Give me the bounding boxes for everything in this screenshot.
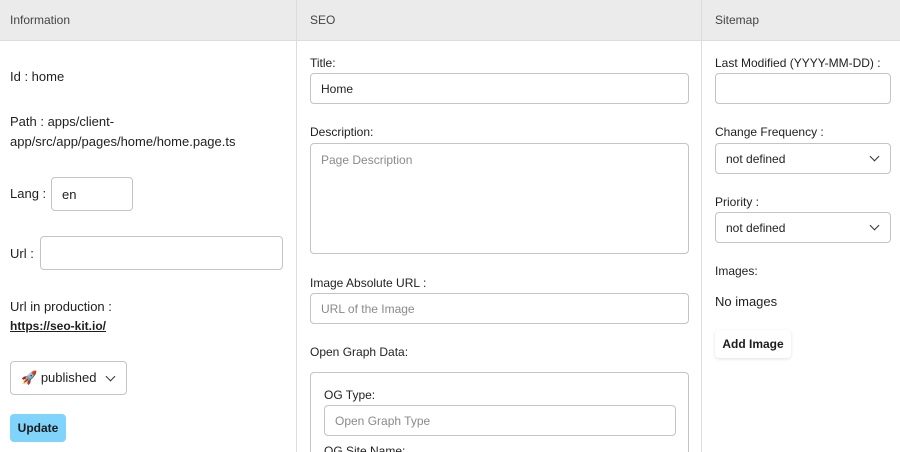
url-production-link[interactable]: https://seo-kit.io/ xyxy=(10,319,106,333)
og-type-label: OG Type: xyxy=(324,388,376,402)
change-frequency-value: not defined xyxy=(726,151,786,166)
og-site-name-label: OG Site Name: xyxy=(324,444,406,452)
chevron-down-icon xyxy=(869,151,880,162)
open-graph-label: Open Graph Data: xyxy=(310,345,409,359)
change-frequency-label: Change Frequency : xyxy=(715,125,824,139)
last-modified-input[interactable] xyxy=(715,73,891,104)
path-text-line2: app/src/app/pages/home/home.page.ts xyxy=(10,134,236,149)
priority-select[interactable]: not defined xyxy=(715,212,891,243)
status-value: published xyxy=(40,370,97,385)
status-selected: 🚀 published xyxy=(21,370,96,386)
image-url-input[interactable] xyxy=(310,293,689,324)
seo-header: SEO xyxy=(297,0,701,41)
sitemap-panel: Sitemap Last Modified (YYYY-MM-DD) : Cha… xyxy=(701,0,900,452)
status-select[interactable]: 🚀 published xyxy=(10,361,127,395)
chevron-down-icon xyxy=(869,220,880,231)
path-text-line1: Path : apps/client- xyxy=(10,114,115,129)
images-label: Images: xyxy=(715,264,758,278)
sitemap-header: Sitemap xyxy=(702,0,900,41)
open-graph-box: OG Type: OG Site Name: xyxy=(310,372,689,452)
image-url-label: Image Absolute URL : xyxy=(310,276,427,290)
no-images-text: No images xyxy=(715,294,778,309)
last-modified-label: Last Modified (YYYY-MM-DD) : xyxy=(715,56,881,70)
description-textarea[interactable] xyxy=(310,143,689,254)
information-header: Information xyxy=(0,0,296,41)
url-input[interactable] xyxy=(40,236,283,270)
information-panel: Information Id : home Path : apps/client… xyxy=(0,0,296,452)
lang-input[interactable] xyxy=(51,177,133,211)
id-text: Id : home xyxy=(10,69,65,84)
description-label: Description: xyxy=(310,125,374,139)
priority-label: Priority : xyxy=(715,195,760,209)
og-type-input[interactable] xyxy=(324,405,676,436)
lang-label: Lang : xyxy=(10,186,47,201)
update-button[interactable]: Update xyxy=(10,414,66,442)
title-input[interactable] xyxy=(310,73,689,104)
priority-value: not defined xyxy=(726,220,786,235)
title-label: Title: xyxy=(310,56,336,70)
chevron-down-icon xyxy=(105,371,116,381)
add-image-button[interactable]: Add Image xyxy=(715,330,791,358)
url-production-label: Url in production : xyxy=(10,299,112,314)
seo-panel: SEO Title: Description: Image Absolute U… xyxy=(296,0,701,452)
rocket-icon: 🚀 xyxy=(21,370,38,385)
change-frequency-select[interactable]: not defined xyxy=(715,143,891,174)
url-label: Url : xyxy=(10,246,34,261)
